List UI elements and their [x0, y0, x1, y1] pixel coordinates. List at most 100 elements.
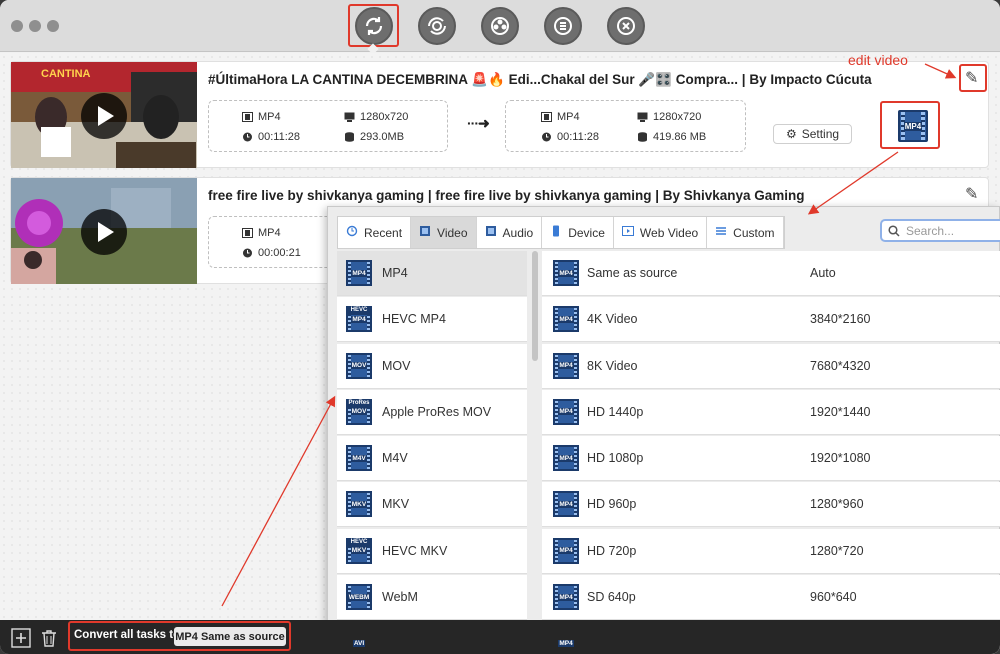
edit-pencil-icon[interactable]: ✎ — [965, 184, 978, 204]
source-size-label: 293.0MB — [360, 131, 405, 143]
audio-icon — [485, 225, 497, 240]
format-item[interactable]: WEBM WebM — [337, 575, 527, 621]
format-label: HEVC MP4 — [382, 312, 446, 327]
video-thumbnail[interactable]: CANTINA — [11, 62, 197, 168]
search-icon — [888, 224, 900, 237]
clock-icon — [243, 132, 252, 142]
play-button[interactable] — [81, 93, 127, 139]
output-size: 419.86 MB — [637, 131, 706, 143]
source-size: 293.0MB — [344, 131, 404, 143]
preset-name: 4K Video — [587, 312, 638, 327]
preset-resolution: 7680*4320 — [810, 358, 871, 373]
preset-item[interactable]: MP4 HD 960p 1280*960 — [542, 482, 1000, 528]
tab-recent[interactable]: Recent — [338, 217, 412, 248]
source-format: MP4 — [242, 111, 281, 123]
setting-button[interactable]: ⚙ Setting — [773, 124, 852, 144]
tab-custom[interactable]: Custom — [707, 217, 784, 248]
mov-format-icon: MOV — [346, 352, 372, 379]
preset-item[interactable]: MP4 8K Video 7680*4320 — [542, 343, 1000, 389]
trash-icon[interactable] — [39, 628, 59, 648]
task-card[interactable]: CANTINA #ÚltimaHora LA CANTINA DECEMBRIN… — [10, 61, 989, 168]
output-duration: 00:11:28 — [541, 131, 599, 143]
preset-item[interactable]: MP4 Same as source Auto — [542, 251, 1000, 296]
source-duration-label: 00:11:28 — [258, 131, 301, 143]
preset-name: HD 1080p — [587, 451, 644, 466]
preset-name: Same as source — [587, 266, 678, 280]
output-size-label: 419.86 MB — [653, 131, 707, 143]
tab-label: Video — [437, 225, 468, 240]
preset-list: MP4 Same as source Auto MP4 4K Video 3840*216… — [542, 251, 1000, 654]
device-icon — [550, 225, 562, 240]
app-window: CANTINA #ÚltimaHora LA CANTINA DECEMBRIN… — [0, 0, 1000, 654]
source-duration: 00:11:28 — [242, 131, 300, 143]
preset-item[interactable]: MP4 4K Video 3840*2160 — [542, 297, 1000, 343]
preset-resolution: 1920*1440 — [810, 404, 871, 419]
format-item[interactable]: MKV MKV — [337, 482, 527, 528]
compress-icon[interactable] — [418, 7, 456, 45]
preset-item[interactable]: MP4 HD 1080p 1920*1080 — [542, 436, 1000, 482]
format-label: Apple ProRes MOV — [382, 404, 492, 419]
format-picker-panel: Recent Video Audio Device Web Video Custom Se… — [327, 206, 1000, 654]
custom-icon — [715, 225, 727, 240]
output-resolution-label: 1280x720 — [653, 111, 702, 123]
film-icon — [242, 228, 253, 238]
tab-audio[interactable]: Audio — [477, 217, 543, 248]
mp4-format-icon: MP4 — [553, 445, 579, 472]
minimize-window-button[interactable] — [29, 20, 41, 32]
zoom-window-button[interactable] — [47, 20, 59, 32]
source-resolution-label: 1280x720 — [360, 111, 409, 123]
source-resolution: 1280x720 — [344, 111, 408, 123]
preset-resolution: 3840*2160 — [810, 312, 871, 327]
video-icon — [419, 225, 431, 240]
clock-icon — [243, 248, 252, 258]
film-icon — [242, 112, 253, 122]
search-input[interactable]: Search... — [880, 219, 1000, 242]
close-window-button[interactable] — [11, 20, 23, 32]
monitor-icon — [344, 112, 355, 122]
format-label: MKV — [382, 497, 410, 512]
add-file-icon[interactable] — [11, 628, 31, 648]
source-duration-label: 00:00:21 — [258, 247, 301, 259]
gear-icon: ⚙ — [785, 127, 797, 141]
output-info-box[interactable]: MP4 1280x720 00:11:28 419.86 MB — [505, 100, 746, 152]
tab-web-video[interactable]: Web Video — [614, 217, 708, 248]
output-format: MP4 — [541, 111, 580, 123]
monitor-icon — [637, 112, 648, 122]
format-item[interactable]: ProRes MOV Apple ProRes MOV — [337, 389, 527, 435]
recent-icon — [346, 225, 358, 240]
format-list-scrollbar[interactable] — [532, 251, 538, 361]
format-list: MP4 MP4 HEVC MP4 HEVC MP4 MOV MOV ProRes MOV Appl… — [337, 251, 527, 654]
preset-name: HD 1440p — [587, 404, 644, 419]
format-label: HEVC MKV — [382, 543, 448, 558]
format-item[interactable]: HEVC MP4 HEVC MP4 — [337, 297, 527, 343]
mp4-format-icon: MP4 — [553, 352, 579, 379]
preset-item[interactable]: MP4 HD 1440p 1920*1440 — [542, 389, 1000, 435]
preset-resolution: 1920*1080 — [810, 451, 871, 466]
format-item[interactable]: MOV MOV — [337, 343, 527, 389]
format-item[interactable]: M4V M4V — [337, 436, 527, 482]
convert-highlight — [348, 4, 399, 47]
tab-device[interactable]: Device — [542, 217, 614, 248]
preset-item[interactable]: MP4 SD 640p 960*640 — [542, 575, 1000, 621]
play-button[interactable] — [81, 209, 127, 255]
film-icon — [541, 112, 552, 122]
source-duration: 00:00:21 — [242, 247, 301, 259]
preset-item[interactable]: MP4 HD 720p 1280*720 — [542, 528, 1000, 574]
format-item[interactable]: HEVC MKV HEVC MKV — [337, 528, 527, 574]
preset-name: HD 960p — [587, 497, 637, 512]
video-edit-icon[interactable] — [481, 7, 519, 45]
preset-resolution: 1280*720 — [810, 543, 864, 558]
tab-label: Recent — [364, 225, 403, 240]
video-merge-icon[interactable] — [544, 7, 582, 45]
preset-name: SD 640p — [587, 590, 636, 605]
tab-video[interactable]: Video — [411, 217, 477, 248]
convert-all-highlight — [68, 621, 291, 651]
mp4-format-icon: MP4 — [553, 584, 579, 611]
video-thumbnail[interactable] — [11, 178, 197, 284]
thumb-label: CANTINA — [41, 68, 91, 80]
mkv-format-icon: MKV — [346, 491, 372, 518]
format-item[interactable]: MP4 MP4 — [337, 251, 527, 296]
output-format-label: MP4 — [557, 111, 580, 123]
video-tool-icon[interactable] — [607, 7, 645, 45]
mp4-format-icon: MP4 — [346, 260, 372, 286]
